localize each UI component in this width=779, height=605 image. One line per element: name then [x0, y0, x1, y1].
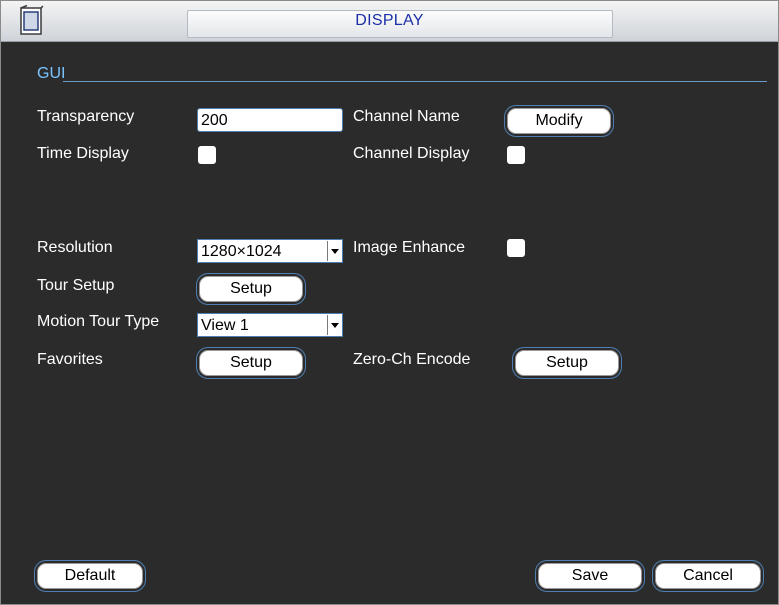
gui-section-divider — [63, 81, 767, 82]
title-bar: DISPLAY — [1, 1, 778, 42]
zero-ch-encode-label: Zero-Ch Encode — [353, 351, 471, 368]
motion-tour-type-value: View 1 — [201, 317, 249, 334]
channel-display-label: Channel Display — [353, 145, 470, 162]
motion-tour-type-select[interactable]: View 1 — [197, 313, 343, 337]
chevron-down-icon[interactable] — [327, 241, 341, 261]
tour-setup-label: Tour Setup — [37, 277, 115, 294]
display-window: DISPLAY GUI Transparency 200 Channel Nam… — [0, 0, 779, 605]
favorites-setup-button[interactable]: Setup — [199, 350, 303, 376]
zero-ch-encode-setup-button[interactable]: Setup — [515, 350, 619, 376]
transparency-label: Transparency — [37, 108, 135, 125]
time-display-label: Time Display — [37, 145, 129, 162]
modify-channel-name-button[interactable]: Modify — [507, 108, 611, 134]
tour-setup-button[interactable]: Setup — [199, 276, 303, 302]
image-enhance-label: Image Enhance — [353, 239, 466, 256]
chevron-down-icon[interactable] — [327, 315, 341, 335]
resolution-label: Resolution — [37, 239, 113, 256]
channel-name-label: Channel Name — [353, 108, 460, 125]
resolution-select[interactable]: 1280×1024 — [197, 239, 343, 263]
time-display-checkbox[interactable] — [198, 146, 216, 164]
motion-tour-type-label: Motion Tour Type — [37, 313, 160, 330]
image-enhance-checkbox[interactable] — [507, 239, 525, 257]
save-button[interactable]: Save — [538, 563, 642, 589]
transparency-input[interactable]: 200 — [197, 108, 343, 132]
channel-display-checkbox[interactable] — [507, 146, 525, 164]
default-button[interactable]: Default — [37, 563, 143, 589]
favorites-label: Favorites — [37, 351, 103, 368]
gui-section-label: GUI — [37, 65, 66, 82]
resolution-value: 1280×1024 — [201, 243, 282, 260]
window-title: DISPLAY — [355, 12, 424, 29]
cancel-button[interactable]: Cancel — [655, 563, 761, 589]
